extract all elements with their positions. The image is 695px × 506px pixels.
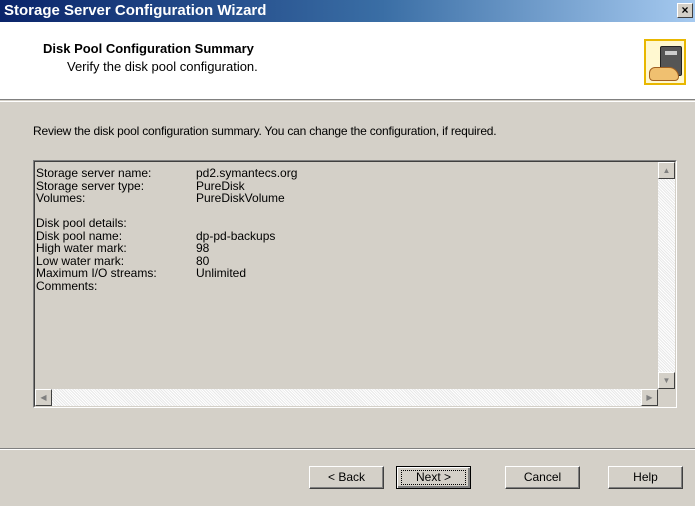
summary-row: Disk pool name: dp-pd-backups [36,228,276,243]
help-button[interactable]: Help [608,466,683,489]
scroll-down-button[interactable]: ▼ [658,372,675,389]
cancel-button[interactable]: Cancel [505,466,580,489]
wizard-header: Disk Pool Configuration Summary Verify t… [0,22,695,100]
instruction-text: Review the disk pool configuration summa… [33,124,497,138]
next-button[interactable]: Next > [396,466,471,489]
close-icon: × [681,3,689,17]
hand-icon [649,67,679,81]
storage-server-icon [644,39,686,85]
summary-row: Storage server type: PureDisk [36,178,245,193]
summary-content: Storage server name: pd2.symantecs.org S… [36,167,656,292]
arrow-right-icon: ▶ [646,393,653,402]
close-button[interactable]: × [677,3,693,18]
header-divider [0,101,695,102]
summary-row: Volumes: PureDiskVolume [36,191,285,205]
arrow-left-icon: ◀ [40,393,47,402]
summary-textbox[interactable]: Storage server name: pd2.symantecs.org S… [33,160,677,408]
scroll-right-button[interactable]: ▶ [641,389,658,406]
arrow-up-icon: ▲ [662,166,671,175]
arrow-down-icon: ▼ [662,376,671,385]
window-titlebar: Storage Server Configuration Wizard × [0,0,695,22]
scroll-left-button[interactable]: ◀ [35,389,52,406]
summary-section-heading: Disk pool details: [36,216,127,230]
scrollbar-corner [658,389,675,406]
vertical-scrollbar[interactable]: ▲ ▼ [658,162,675,389]
summary-row: High water mark: 98 [36,241,210,255]
page-title: Disk Pool Configuration Summary [43,41,254,56]
horizontal-scrollbar[interactable]: ◀ ▶ [35,389,658,406]
page-subtitle: Verify the disk pool configuration. [67,59,258,74]
summary-row: Maximum I/O streams: Unlimited [36,266,247,280]
summary-row: Storage server name: pd2.symantecs.org [36,166,298,180]
back-button[interactable]: < Back [309,466,384,489]
summary-row: Comments: [36,278,98,293]
scroll-up-button[interactable]: ▲ [658,162,675,179]
window-title: Storage Server Configuration Wizard [4,2,267,19]
